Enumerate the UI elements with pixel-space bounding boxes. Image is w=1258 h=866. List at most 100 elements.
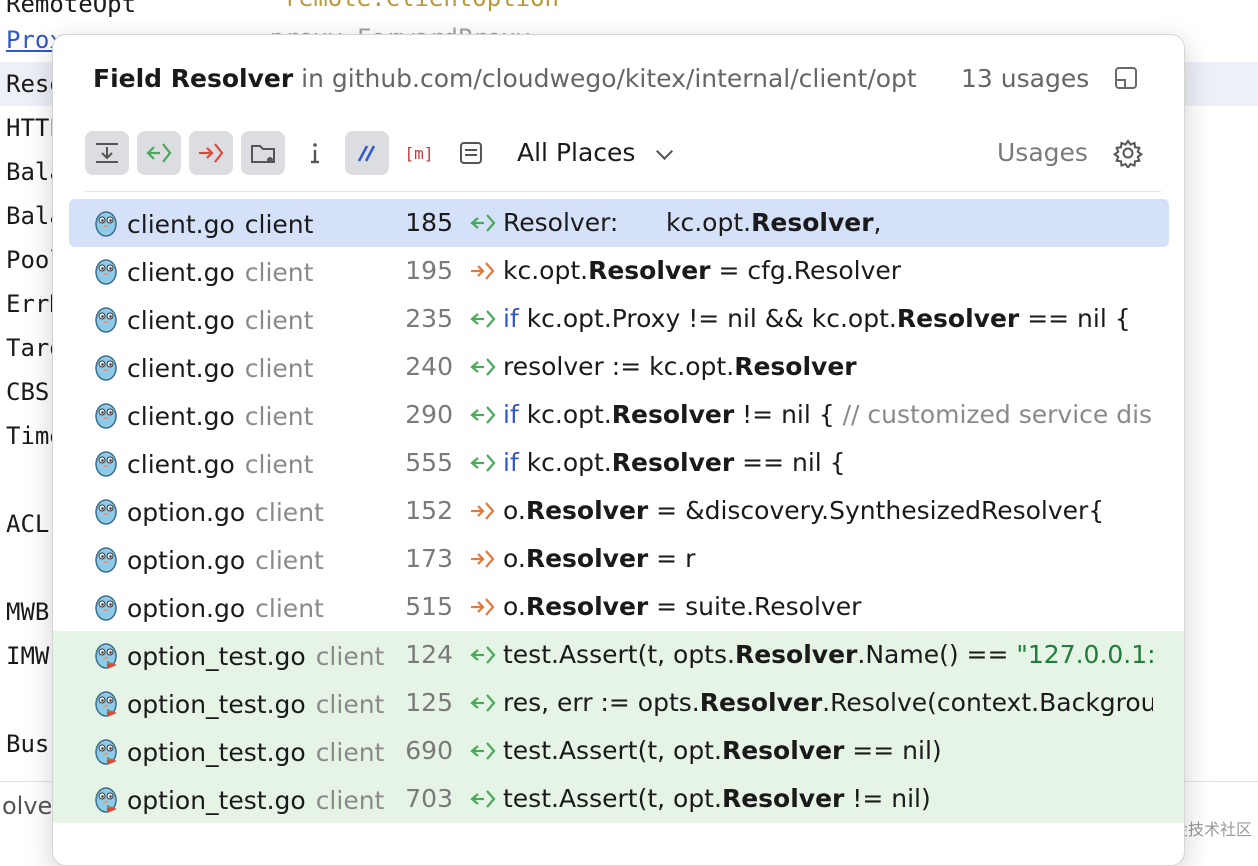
code-fragment: test.Assert(t, opt. bbox=[503, 736, 722, 765]
chevron-down-icon bbox=[656, 142, 674, 160]
code-fragment: Resolver bbox=[611, 400, 735, 429]
document-icon bbox=[460, 142, 482, 164]
code-fragment: kc.opt. bbox=[503, 256, 589, 285]
read-access-filter-button[interactable] bbox=[137, 131, 181, 175]
file-name: client.go bbox=[127, 258, 235, 287]
code-snippet: kc.opt.Resolver = cfg.Resolver bbox=[503, 247, 1153, 295]
code-fragment: Resolver bbox=[611, 448, 735, 477]
code-snippet: test.Assert(t, opt.Resolver != nil) bbox=[503, 775, 1153, 823]
usage-file: client.go client bbox=[127, 295, 313, 347]
code-fragment: == nil) bbox=[844, 736, 942, 765]
code-snippet: if kc.opt.Resolver != nil { // customize… bbox=[503, 391, 1153, 439]
group-by-directory-button[interactable] bbox=[241, 131, 285, 175]
write-access-icon bbox=[471, 502, 495, 520]
file-name: option_test.go bbox=[127, 786, 306, 815]
read-access-icon bbox=[470, 214, 496, 232]
code-snippet: res, err := opts.Resolver.Resolve(contex… bbox=[503, 679, 1153, 727]
file-name: option_test.go bbox=[127, 738, 306, 767]
code-fragment: test.Assert(t, opts. bbox=[503, 640, 735, 669]
file-name: client.go bbox=[127, 402, 235, 431]
file-name: option.go bbox=[127, 594, 246, 623]
package-name: client bbox=[244, 210, 314, 239]
code-fragment: == nil { bbox=[734, 448, 846, 477]
read-access-icon bbox=[146, 143, 172, 163]
editor-line: CBS bbox=[0, 370, 49, 414]
usage-row[interactable]: option_test.go client 703 test.Assert(t, op… bbox=[53, 775, 1184, 823]
code-fragment: if bbox=[503, 400, 519, 429]
write-access-icon bbox=[471, 550, 495, 568]
go-file-icon bbox=[95, 211, 117, 237]
usage-file: option_test.go client bbox=[127, 679, 384, 731]
code-fragment: Resolver bbox=[525, 592, 649, 621]
code-fragment: test.Assert(t, opt. bbox=[503, 784, 722, 813]
comment-slashes-icon bbox=[357, 145, 376, 162]
code-fragment: Resolver bbox=[588, 256, 711, 285]
code-fragment: , bbox=[873, 208, 882, 237]
usage-row[interactable]: client.go client 195 kc.opt.Resolver = cfg.… bbox=[53, 247, 1184, 295]
usages-label[interactable]: Usages bbox=[997, 131, 1088, 175]
code-fragment: == nil { bbox=[1019, 304, 1131, 333]
usage-row[interactable]: client.go client 235 if kc.opt.Proxy != nil… bbox=[53, 295, 1184, 343]
editor-line-text: MWB bbox=[6, 598, 50, 626]
line-number: 515 bbox=[405, 592, 453, 621]
code-fragment: o. bbox=[503, 544, 526, 573]
package-name: client bbox=[255, 594, 324, 623]
usage-row[interactable]: option.go client 515 o.Resolver = suite.Res… bbox=[53, 583, 1184, 631]
show-comments-button[interactable] bbox=[345, 131, 389, 175]
write-access-icon bbox=[199, 143, 224, 163]
code-fragment: resolver := kc.opt. bbox=[503, 352, 735, 381]
go-file-icon bbox=[95, 739, 117, 765]
usage-row[interactable]: client.go client 555 if kc.opt.Resolver == … bbox=[53, 439, 1184, 487]
go-file-icon bbox=[95, 259, 117, 285]
code-snippet: Resolver: kc.opt.Resolver, bbox=[503, 199, 1153, 247]
usage-row[interactable]: option.go client 173 o.Resolver = r bbox=[53, 535, 1184, 583]
code-fragment: .Name() == bbox=[857, 640, 1017, 669]
code-fragment: Resolver bbox=[734, 640, 858, 669]
code-fragment: .Resolve(context.Backgrou bbox=[822, 688, 1153, 717]
usage-row[interactable]: option.go client 152 o.Resolver = &discover… bbox=[53, 487, 1184, 535]
find-usages-popup: Field Resolver in github.com/cloudwego/k… bbox=[52, 34, 1185, 866]
usage-row[interactable]: option_test.go client 690 test.Assert(t, op… bbox=[53, 727, 1184, 775]
package-name: client bbox=[244, 306, 314, 335]
write-access-filter-button[interactable] bbox=[189, 131, 233, 175]
editor-line-text: IMW bbox=[6, 642, 50, 670]
code-fragment: = suite.Resolver bbox=[648, 592, 862, 621]
line-number: 124 bbox=[405, 640, 453, 669]
read-access-icon bbox=[470, 406, 496, 424]
usage-row[interactable]: client.go client 185 Resolver: kc.opt.Resol… bbox=[69, 199, 1169, 247]
line-number: 152 bbox=[405, 496, 453, 525]
method-icon: [m] bbox=[405, 144, 434, 163]
code-snippet: o.Resolver = suite.Resolver bbox=[503, 583, 1153, 631]
merge-usages-button[interactable] bbox=[85, 131, 129, 175]
editor-type-fragment: *remote.ClientOption bbox=[270, 0, 559, 12]
scope-dropdown[interactable]: All Places bbox=[517, 131, 674, 175]
code-fragment: = r bbox=[648, 544, 696, 573]
write-access-icon bbox=[471, 598, 495, 616]
editor-line-text: CBS bbox=[6, 378, 50, 406]
open-in-window-icon[interactable] bbox=[1115, 67, 1137, 89]
read-access-icon bbox=[470, 790, 496, 808]
go-file-icon bbox=[95, 643, 117, 669]
usage-row[interactable]: client.go client 240 resolver := kc.opt.Res… bbox=[53, 343, 1184, 391]
folder-icon bbox=[251, 145, 275, 163]
editor-line: MWB bbox=[0, 590, 49, 634]
line-number: 185 bbox=[405, 208, 453, 237]
show-info-button[interactable] bbox=[293, 131, 337, 175]
usage-row[interactable]: client.go client 290 if kc.opt.Resolver != … bbox=[53, 391, 1184, 439]
file-name: client.go bbox=[127, 210, 235, 239]
usage-row[interactable]: option_test.go client 124 test.Assert(t, op… bbox=[53, 631, 1184, 679]
usages-toolbar: [m] All Places Usages bbox=[85, 131, 1161, 192]
method-filter-button[interactable]: [m] bbox=[397, 131, 441, 175]
line-number: 703 bbox=[405, 784, 453, 813]
merge-lines-icon bbox=[96, 143, 118, 163]
go-file-icon bbox=[95, 691, 117, 717]
usage-file: option_test.go client bbox=[127, 631, 384, 683]
gear-icon[interactable] bbox=[1113, 138, 1143, 168]
file-name: client.go bbox=[127, 450, 235, 479]
read-access-icon bbox=[470, 742, 496, 760]
usage-row[interactable]: option_test.go client 125 res, err := opts.… bbox=[53, 679, 1184, 727]
usage-count: 13 usages bbox=[961, 64, 1090, 93]
preview-button[interactable] bbox=[449, 131, 493, 175]
go-file-icon bbox=[95, 451, 117, 477]
read-access-icon bbox=[470, 694, 496, 712]
